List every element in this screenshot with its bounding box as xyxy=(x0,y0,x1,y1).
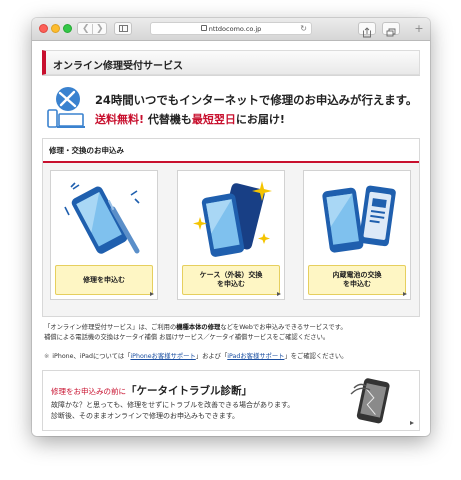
promo-tail-text: にお届け! xyxy=(235,113,285,126)
note-mark: ※ xyxy=(44,353,50,360)
back-icon[interactable]: ❮ xyxy=(82,24,90,34)
promo-mid-text: 代替機も xyxy=(144,113,192,126)
page-title: オンライン修理受付サービス xyxy=(53,61,183,72)
promo-headline: 24時間いつでもインターネットで修理のお申込みが行えます。 xyxy=(95,93,418,107)
panel-heading: 修理・交換のお申込み xyxy=(49,146,124,155)
page-header: オンライン修理受付サービス xyxy=(42,50,420,75)
case-exchange-card[interactable]: ケース（外装）交換 を申込む xyxy=(177,170,285,300)
battery-exchange-arrow-icon xyxy=(403,292,407,296)
free-shipping-text: 送料無料 xyxy=(95,113,139,126)
promo-subline: 送料無料! 代替機も最短翌日にお届け! xyxy=(95,111,285,127)
repair-apply-button[interactable]: 修理を申込む xyxy=(55,265,153,295)
case-exchange-button[interactable]: ケース（外装）交換 を申込む xyxy=(182,265,280,295)
browser-window: ❮ ❯ nttdocomo.co.jp ↻ + オンライン修理受付サービス 24… xyxy=(32,18,430,436)
trouble-desc-1: 故障かな？と思っても、修理をせずにトラブルを改善できる場合があります。 xyxy=(51,401,295,409)
trouble-main-text: 「ケータイトラブル診断」 xyxy=(126,385,252,397)
iphone-support-link[interactable]: iPhoneお客様サポート xyxy=(130,353,195,360)
title-bar: ❮ ❯ nttdocomo.co.jp ↻ + xyxy=(32,18,430,41)
nav-separator xyxy=(92,24,93,34)
panel-header: 修理・交換のお申込み xyxy=(43,139,419,163)
repair-arrow-icon xyxy=(150,292,154,296)
apple-note-a: iPhone、iPadについては「 xyxy=(52,353,131,360)
apple-note-b: 」および「 xyxy=(195,353,228,360)
repair-application-panel: 修理・交換のお申込み 修理を申込む ケース（外装）交換 を申込む 内蔵電池の交換… xyxy=(42,138,420,317)
trouble-title: 修理をお申込みの前に「ケータイトラブル診断」 xyxy=(51,379,252,398)
new-tab-icon[interactable]: + xyxy=(412,23,426,37)
ipad-support-link[interactable]: iPadお客様サポート xyxy=(227,353,284,360)
trouble-arrow-icon xyxy=(410,421,414,425)
tabs-icon xyxy=(386,28,396,37)
service-description-c: などをWebでお申込みできるサービスです。 xyxy=(220,324,347,331)
reload-icon[interactable]: ↻ xyxy=(300,23,307,35)
minimize-window-button[interactable] xyxy=(51,24,60,33)
apple-support-note: ※ iPhone、iPadについては「iPhoneお客様サポート」および「iPad… xyxy=(44,351,418,360)
service-description: 「オンライン修理受付サービス」は、ご利用の機種本体の修理などをWebでお申込みで… xyxy=(44,323,418,342)
service-description-a: 「オンライン修理受付サービス」は、ご利用の xyxy=(44,324,177,331)
tabs-button[interactable] xyxy=(382,22,400,37)
next-day-text: 最短翌日 xyxy=(191,113,236,126)
lock-icon xyxy=(200,25,207,31)
nav-button-group: ❮ ❯ xyxy=(77,22,107,35)
case-exchange-arrow-icon xyxy=(277,292,281,296)
trouble-pre-text: 修理をお申込みの前に xyxy=(51,387,126,396)
share-icon xyxy=(363,27,371,38)
service-description-bold: 機種本体の修理 xyxy=(176,324,221,331)
url-text: nttdocomo.co.jp xyxy=(208,25,262,33)
trouble-desc-2: 診断後、そのままオンラインで修理のお申込みもできます。 xyxy=(51,412,240,420)
sidebar-button[interactable] xyxy=(114,22,132,35)
apple-note-c: 」をご確認ください。 xyxy=(284,353,348,360)
battery-exchange-card[interactable]: 内蔵電池の交換 を申込む xyxy=(303,170,411,300)
repair-apply-label: 修理を申込む xyxy=(83,275,125,284)
phone-repair-icon xyxy=(64,182,140,254)
address-bar[interactable]: nttdocomo.co.jp ↻ xyxy=(150,22,312,35)
battery-exchange-button[interactable]: 内蔵電池の交換 を申込む xyxy=(308,265,406,295)
forward-icon[interactable]: ❯ xyxy=(96,24,104,34)
battery-exchange-label: 内蔵電池の交換 を申込む xyxy=(332,271,382,288)
header-divider xyxy=(42,75,420,76)
page-content: オンライン修理受付サービス 24時間いつでもインターネットで修理のお申込みが行え… xyxy=(32,41,430,436)
broken-phone-icon xyxy=(350,378,390,424)
battery-exchange-icon xyxy=(322,185,396,253)
close-window-button[interactable] xyxy=(39,24,48,33)
repair-tools-icon xyxy=(47,87,85,128)
sidebar-icon xyxy=(119,25,128,32)
trouble-diagnosis-banner[interactable]: 修理をお申込みの前に「ケータイトラブル診断」 故障かな？と思っても、修理をせずに… xyxy=(42,370,420,431)
zoom-window-button[interactable] xyxy=(63,24,72,33)
case-exchange-label: ケース（外装）交換 を申込む xyxy=(199,271,263,288)
case-exchange-icon xyxy=(193,181,272,257)
insurance-note: 補償による電話機の交換はケータイ補償 お届けサービス／ケータイ補償サービスをご確… xyxy=(44,333,330,341)
trouble-description: 故障かな？と思っても、修理をせずにトラブルを改善できる場合があります。 診断後、そ… xyxy=(51,400,351,422)
repair-card[interactable]: 修理を申込む xyxy=(50,170,158,300)
share-button[interactable] xyxy=(358,22,376,38)
